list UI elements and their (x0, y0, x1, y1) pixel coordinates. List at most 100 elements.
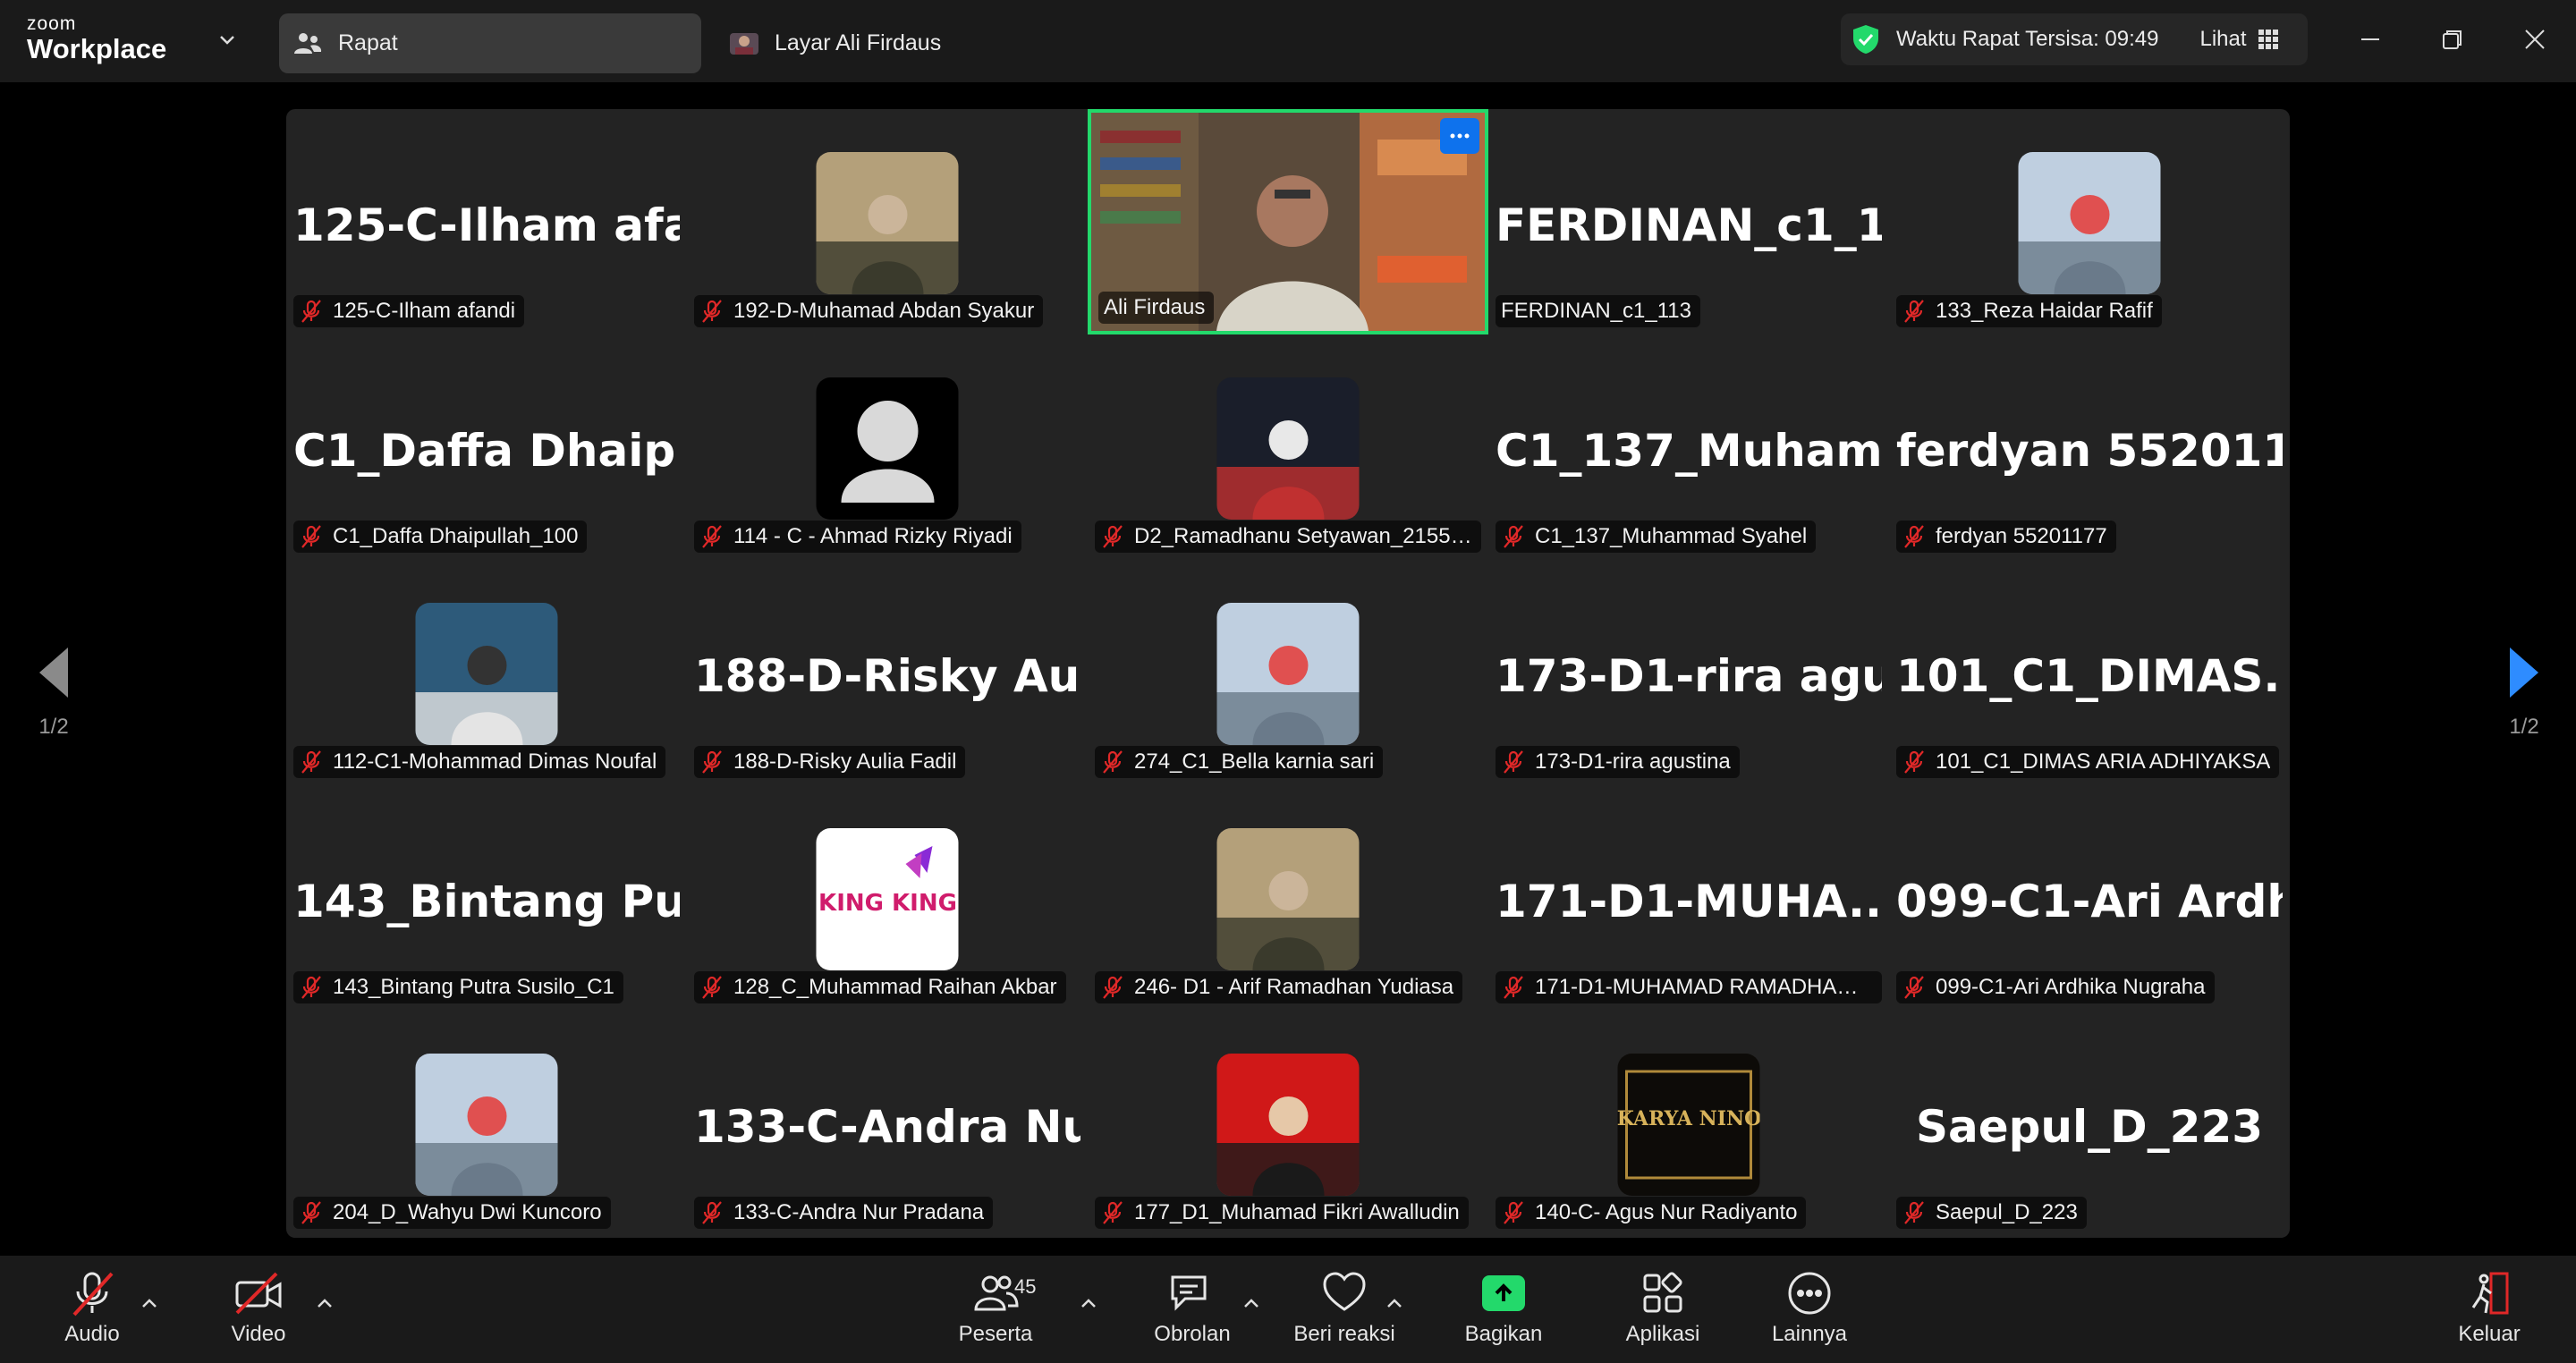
participant-name: 140-C- Agus Nur Radiyanto (1535, 1200, 1798, 1224)
tab-meeting[interactable]: Rapat (279, 13, 701, 73)
close-icon[interactable] (2508, 18, 2562, 61)
mic-muted-icon (299, 1200, 324, 1225)
grid-view-icon[interactable] (2258, 29, 2279, 50)
page-indicator-right: 1/2 (2509, 715, 2539, 739)
meeting-toolbar: Audio Video 45 Peserta Obrolan Beri reak… (0, 1256, 2576, 1363)
participant-nametag: 101_C1_DIMAS ARIA ADHIYAKSA (1896, 746, 2280, 778)
svg-text:KARYA NINO: KARYA NINO (1618, 1107, 1760, 1130)
participant-avatar (2018, 152, 2161, 294)
participant-name: 101_C1_DIMAS ARIA ADHIYAKSA (1936, 749, 2271, 774)
participant-nametag: 133_Reza Haidar Rafif (1896, 295, 2162, 327)
more-button[interactable]: Lainnya (1742, 1268, 1877, 1358)
participant-tile[interactable]: 133-C-Andra Nu... 133-C-Andra Nur Pradana (687, 1011, 1088, 1236)
participant-tile[interactable]: FERDINAN_c1_1... FERDINAN_c1_113 (1488, 109, 1889, 334)
mic-muted-icon (1902, 975, 1927, 1000)
participant-tile[interactable]: 125-C-Ilham afa... 125-C-Ilham afandi (286, 109, 687, 334)
more-label: Lainnya (1771, 1322, 1848, 1346)
participant-display-name: Saepul_D_223 (1915, 1101, 2264, 1153)
participant-tile[interactable]: Ali Firdaus (1088, 109, 1488, 334)
participants-options-caret-icon[interactable] (1075, 1290, 1102, 1316)
tab-meeting-label: Rapat (338, 30, 398, 55)
mic-muted-icon (1501, 524, 1526, 549)
participant-display-name: C1_137_Muham... (1496, 425, 1882, 477)
restore-icon[interactable] (2426, 18, 2479, 61)
participant-name: 192-D-Muhamad Abdan Syakur (733, 299, 1035, 323)
brand-bottom: Workplace (27, 33, 167, 64)
participant-nametag: C1_137_Muhammad Syahel (1496, 521, 1817, 553)
share-screen-icon (1436, 1268, 1571, 1318)
participant-tile[interactable]: 177_D1_Muhamad Fikri Awalludin (1088, 1011, 1488, 1236)
share-label: Bagikan (1464, 1322, 1543, 1346)
participant-avatar (415, 1054, 558, 1196)
default-avatar-icon (816, 377, 959, 520)
participant-nametag: 143_Bintang Putra Susilo_C1 (293, 971, 623, 1003)
participant-tile[interactable]: KING KING 128_C_Muhammad Raihan Akbar (687, 785, 1088, 1011)
participant-tile[interactable]: 114 - C - Ahmad Rizky Riyadi (687, 334, 1088, 560)
participant-name: 133-C-Andra Nur Pradana (733, 1200, 985, 1224)
participant-tile[interactable]: D2_Ramadhanu Setyawan_2155201... (1088, 334, 1488, 560)
more-options-icon[interactable] (1440, 118, 1479, 154)
participant-tile[interactable]: 101_C1_DIMAS... 101_C1_DIMAS ARIA ADHIYAK… (1889, 560, 2290, 785)
participant-tile[interactable]: 246- D1 - Arif Ramadhan Yudiasa (1088, 785, 1488, 1011)
participant-nametag: 112-C1-Mohammad Dimas Noufal (293, 746, 666, 778)
share-button[interactable]: Bagikan (1436, 1268, 1571, 1358)
participant-tile[interactable]: 143_Bintang Put... 143_Bintang Putra Susi… (286, 785, 687, 1011)
participant-name: 133_Reza Haidar Rafif (1936, 299, 2153, 323)
arrow-right-icon[interactable] (2497, 646, 2551, 704)
title-bar: zoom Workplace Rapat Layar Ali Firdaus W… (0, 0, 2576, 82)
participant-tile[interactable]: KARYA NINO 140-C- Agus Nur Radiyanto (1488, 1011, 1889, 1236)
participant-name: 274_C1_Bella karnia sari (1134, 749, 1375, 774)
tab-shared-screen[interactable]: Layar Ali Firdaus (716, 13, 1163, 73)
mic-muted-icon (699, 975, 724, 1000)
participant-nametag: D2_Ramadhanu Setyawan_2155201... (1095, 521, 1481, 553)
video-button[interactable]: Video (191, 1268, 326, 1358)
mic-muted-icon (1501, 749, 1526, 775)
apps-button[interactable]: Aplikasi (1596, 1268, 1730, 1358)
participant-tile[interactable]: 171-D1-MUHA... 171-D1-MUHAMAD RAMADHAN D.… (1488, 785, 1889, 1011)
mic-muted-icon (699, 524, 724, 549)
participant-tile[interactable]: C1_137_Muham... C1_137_Muhammad Syahel (1488, 334, 1889, 560)
chat-options-caret-icon[interactable] (1238, 1290, 1265, 1316)
video-label: Video (231, 1322, 286, 1346)
page-next[interactable]: 1/2 (2497, 646, 2551, 740)
view-button[interactable]: Lihat (2199, 27, 2246, 52)
participant-tile[interactable]: 133_Reza Haidar Rafif (1889, 109, 2290, 334)
mic-muted-icon (1100, 975, 1125, 1000)
participant-name: 112-C1-Mohammad Dimas Noufal (333, 749, 657, 774)
mic-muted-icon (299, 524, 324, 549)
shared-screen-avatar-icon (726, 26, 762, 62)
chevron-down-icon[interactable] (215, 27, 240, 52)
meeting-participants-icon (290, 26, 326, 62)
participant-name: 128_C_Muhammad Raihan Akbar (733, 975, 1057, 999)
participant-display-name: 171-D1-MUHA... (1496, 876, 1882, 927)
mic-muted-icon (1501, 1200, 1526, 1225)
mic-muted-icon (699, 299, 724, 324)
page-prev[interactable]: 1/2 (27, 646, 80, 740)
participant-tile[interactable]: 274_C1_Bella karnia sari (1088, 560, 1488, 785)
participant-tile[interactable]: 173-D1-rira agu... 173-D1-rira agustina (1488, 560, 1889, 785)
participant-name: 173-D1-rira agustina (1535, 749, 1731, 774)
participant-tile[interactable]: 112-C1-Mohammad Dimas Noufal (286, 560, 687, 785)
apps-label: Aplikasi (1625, 1322, 1700, 1346)
audio-options-caret-icon[interactable] (136, 1290, 163, 1316)
participant-nametag: 204_D_Wahyu Dwi Kuncoro (293, 1197, 611, 1229)
tab-shared-screen-label: Layar Ali Firdaus (775, 30, 942, 55)
participant-tile[interactable]: ferdyan 55201177 ferdyan 55201177 (1889, 334, 2290, 560)
participant-display-name: C1_Daffa Dhaip... (293, 425, 680, 477)
participant-tile[interactable]: Saepul_D_223 Saepul_D_223 (1889, 1011, 2290, 1236)
arrow-left-icon[interactable] (27, 646, 80, 704)
participant-nametag: FERDINAN_c1_113 (1496, 295, 1700, 327)
participant-tile[interactable]: C1_Daffa Dhaip... C1_Daffa Dhaipullah_100 (286, 334, 687, 560)
participant-tile[interactable]: 204_D_Wahyu Dwi Kuncoro (286, 1011, 687, 1236)
participant-logo: KARYA NINO (1617, 1054, 1760, 1196)
participants-count: 45 (1014, 1275, 1037, 1298)
react-options-caret-icon[interactable] (1381, 1290, 1408, 1316)
participant-tile[interactable]: 192-D-Muhamad Abdan Syakur (687, 109, 1088, 334)
leave-button[interactable]: Keluar (2422, 1268, 2556, 1358)
shield-check-icon (1850, 23, 1882, 55)
video-options-caret-icon[interactable] (311, 1290, 338, 1316)
minimize-icon[interactable] (2343, 18, 2397, 61)
participant-tile[interactable]: 188-D-Risky Aul... 188-D-Risky Aulia Fadi… (687, 560, 1088, 785)
participants-button[interactable]: 45 Peserta (928, 1268, 1063, 1358)
participant-tile[interactable]: 099-C1-Ari Ardh... 099-C1-Ari Ardhika Nug… (1889, 785, 2290, 1011)
